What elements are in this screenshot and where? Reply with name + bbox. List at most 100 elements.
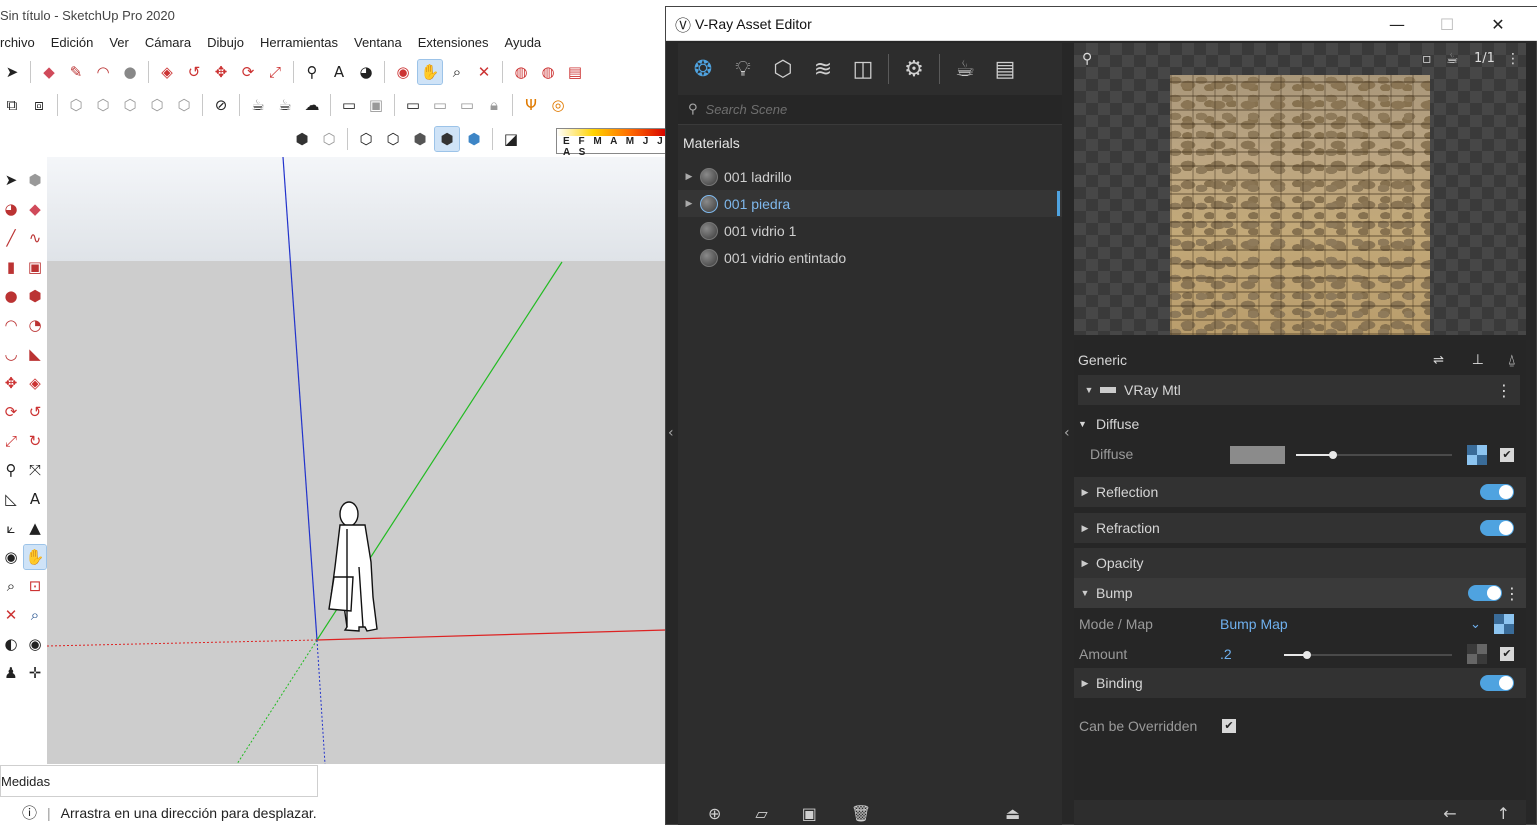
- geometry-tab-icon[interactable]: ⬡: [768, 54, 798, 84]
- polygon-icon[interactable]: ⬢: [24, 284, 46, 308]
- zoom-icon[interactable]: ⌕: [445, 60, 469, 84]
- back-view-icon[interactable]: ⬡: [172, 93, 196, 117]
- walk-icon[interactable]: ♟: [0, 661, 22, 685]
- refraction-section[interactable]: ▶ Refraction: [1074, 513, 1526, 543]
- lock-icon[interactable]: 🔒︎: [482, 93, 506, 117]
- text-icon[interactable]: A: [24, 487, 46, 511]
- diffuse-section-header[interactable]: ▼ Diffuse: [1074, 410, 1526, 438]
- back-edges-icon[interactable]: ⬡: [317, 127, 341, 151]
- right-view-icon[interactable]: ⬡: [145, 93, 169, 117]
- binding-toggle[interactable]: [1480, 675, 1514, 691]
- delete-icon[interactable]: 🗑︎: [851, 804, 871, 823]
- up-arrow-icon[interactable]: ↑: [1497, 804, 1510, 823]
- make-component-icon[interactable]: ⬢: [24, 168, 46, 192]
- menu-archivo[interactable]: rchivo: [0, 34, 43, 54]
- diffuse-slider[interactable]: [1296, 451, 1452, 459]
- save-icon[interactable]: ▣: [802, 804, 817, 823]
- rotate-icon[interactable]: ⟳: [0, 400, 22, 424]
- window-icon[interactable]: ▭: [401, 93, 425, 117]
- zoom-extents-icon[interactable]: ✕: [472, 60, 496, 84]
- expand-triangle-icon[interactable]: ▶: [1074, 558, 1096, 569]
- binding-section[interactable]: ▶ Binding: [1074, 668, 1526, 698]
- warehouse-icon[interactable]: ◍: [509, 60, 533, 84]
- close-button[interactable]: ✕: [1474, 7, 1522, 41]
- materials-tab-icon[interactable]: ❂: [688, 54, 718, 84]
- orbit-icon[interactable]: ◉: [0, 545, 22, 569]
- add-layer-icon[interactable]: ⊥: [1472, 352, 1484, 368]
- lights-icon[interactable]: ▣: [364, 93, 388, 117]
- menu-herramientas[interactable]: Herramientas: [252, 34, 346, 54]
- reflection-toggle[interactable]: [1480, 484, 1514, 500]
- slider-knob[interactable]: [1303, 651, 1311, 659]
- extension-warehouse-icon[interactable]: ◍: [536, 60, 560, 84]
- settings-tab-icon[interactable]: ⚙: [899, 54, 929, 84]
- top-view-icon[interactable]: ⬡: [91, 93, 115, 117]
- lights-tab-icon[interactable]: 💡︎: [728, 54, 758, 84]
- expand-arrow-icon[interactable]: ▶: [682, 198, 696, 209]
- shadow-icon[interactable]: ◎: [546, 93, 570, 117]
- shaded-textures-icon[interactable]: ⬢: [434, 126, 460, 152]
- zoom-window-icon[interactable]: ⊡: [24, 574, 46, 598]
- move-icon[interactable]: ✥: [0, 371, 22, 395]
- diffuse-texture-icon[interactable]: [1467, 445, 1487, 465]
- slider-knob[interactable]: [1329, 451, 1337, 459]
- rotated-rectangle-icon[interactable]: ▣: [24, 255, 46, 279]
- preview-frame-icon[interactable]: ▫: [1422, 51, 1432, 67]
- shape-icon[interactable]: ●: [118, 60, 142, 84]
- tape-icon[interactable]: ⚲: [0, 458, 22, 482]
- menu-ayuda[interactable]: Ayuda: [497, 34, 550, 54]
- add-material-icon[interactable]: ⊕: [708, 804, 721, 823]
- back-arrow-icon[interactable]: ←: [1443, 804, 1456, 823]
- scale-icon[interactable]: ⤢: [0, 429, 22, 453]
- menu-ver[interactable]: Ver: [101, 34, 137, 54]
- position-camera-icon[interactable]: ◐: [0, 632, 22, 656]
- window-3-icon[interactable]: ▭: [455, 93, 479, 117]
- iso-view-icon[interactable]: ⬡: [64, 93, 88, 117]
- material-item-ladrillo[interactable]: ▶ 001 ladrillo: [678, 163, 1062, 190]
- circle-icon[interactable]: ●: [0, 284, 22, 308]
- rotate-icon[interactable]: ⟳: [236, 60, 260, 84]
- previous-icon[interactable]: ⌕: [24, 603, 46, 627]
- menu-extensiones[interactable]: Extensiones: [410, 34, 497, 54]
- layers-tab-icon[interactable]: ≋: [808, 54, 838, 84]
- sun-icon[interactable]: Ψ: [519, 93, 543, 117]
- expand-triangle-icon[interactable]: ▶: [1074, 678, 1096, 689]
- pie-2-icon[interactable]: ◣: [24, 342, 46, 366]
- hidden-line-icon[interactable]: ⬡: [381, 127, 405, 151]
- group-icon[interactable]: ⧈: [27, 93, 51, 117]
- frame-buffer-icon[interactable]: ▤: [990, 54, 1020, 84]
- push-pull-icon[interactable]: ◈: [155, 60, 179, 84]
- adjust-icon[interactable]: ⇌: [1433, 353, 1444, 368]
- pan-icon[interactable]: ✋: [417, 59, 443, 85]
- collapse-triangle-icon[interactable]: ▼: [1078, 385, 1100, 395]
- expand-triangle-icon[interactable]: ▶: [1074, 523, 1096, 534]
- render-teapot-icon[interactable]: ☕: [950, 54, 980, 84]
- opacity-section[interactable]: ▶ Opacity: [1074, 548, 1526, 578]
- axes-icon[interactable]: ⟀: [0, 516, 22, 540]
- front-view-icon[interactable]: ⬡: [118, 93, 142, 117]
- maximize-button[interactable]: ☐: [1423, 7, 1471, 41]
- bump-toggle[interactable]: [1468, 585, 1502, 601]
- eraser-icon[interactable]: ◆: [37, 60, 61, 84]
- bump-options-icon[interactable]: ⋮: [1504, 584, 1520, 603]
- teapot-interactive-icon[interactable]: ☕: [273, 93, 297, 117]
- follow-me-icon[interactable]: ↺: [24, 400, 46, 424]
- eraser-icon[interactable]: ◆: [24, 197, 46, 221]
- freehand-icon[interactable]: ∿: [24, 226, 46, 250]
- 3d-viewport[interactable]: [47, 157, 666, 764]
- collapse-right-icon[interactable]: ‹: [1064, 425, 1070, 441]
- pan-icon[interactable]: ✋: [23, 544, 47, 570]
- teapot-icon[interactable]: ☕: [246, 93, 270, 117]
- collapse-triangle-icon[interactable]: ▼: [1078, 419, 1096, 429]
- open-folder-icon[interactable]: ▱: [755, 804, 767, 823]
- info-icon[interactable]: ⓘ: [22, 802, 37, 823]
- menu-camara[interactable]: Cámara: [137, 34, 199, 54]
- material-item-piedra[interactable]: ▶ 001 piedra: [678, 190, 1062, 217]
- can-be-overridden-checkbox[interactable]: ✔: [1222, 719, 1236, 733]
- search-scene[interactable]: ⚲ Search Scene: [678, 95, 1062, 125]
- material-item-vidrio-entintado[interactable]: 001 vidrio entintado: [678, 244, 1062, 271]
- cloud-render-icon[interactable]: ☁: [300, 93, 324, 117]
- mode-map-value[interactable]: Bump Map: [1220, 616, 1288, 632]
- monochrome-icon[interactable]: ⬢: [462, 127, 486, 151]
- text-icon[interactable]: A: [327, 60, 351, 84]
